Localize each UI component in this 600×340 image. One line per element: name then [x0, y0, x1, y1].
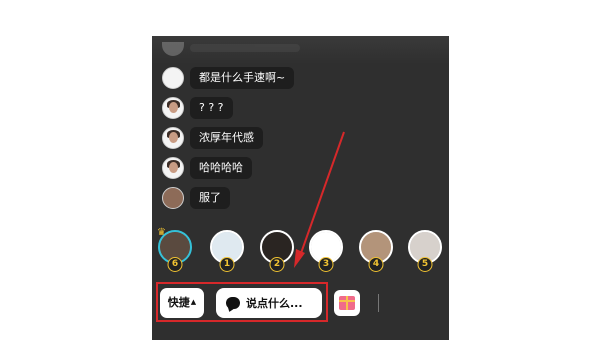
crown-icon: ♛ [157, 227, 166, 238]
avatar[interactable] [162, 67, 184, 89]
comment-text: 服了 [190, 187, 230, 209]
rank-badge: 6 [167, 257, 183, 272]
annotation-box [156, 282, 328, 322]
comment-text: 哈哈哈哈 [190, 157, 252, 179]
rank-avatar[interactable]: ♛ 6 [157, 227, 192, 272]
rank-badge: 5 [417, 257, 433, 272]
comment-text: ? ? ? [190, 97, 233, 119]
faded-comment [162, 42, 300, 56]
comment-item: 哈哈哈哈 [162, 156, 252, 180]
rank-badge: 4 [368, 257, 384, 272]
rank-avatar[interactable]: 1 [210, 230, 244, 272]
gift-button[interactable] [334, 290, 360, 316]
avatar[interactable] [162, 97, 184, 119]
avatar[interactable] [162, 157, 184, 179]
comment-text: 浓厚年代感 [190, 127, 263, 149]
avatar[interactable] [162, 127, 184, 149]
rank-avatar[interactable]: 4 [359, 230, 393, 272]
rank-badge: 3 [318, 257, 334, 272]
rank-badge: 1 [219, 257, 235, 272]
divider [378, 294, 379, 312]
gift-icon [339, 296, 355, 310]
rank-avatar[interactable]: 5 [408, 230, 442, 272]
comment-item: 浓厚年代感 [162, 126, 263, 150]
rank-avatar[interactable]: 2 [260, 230, 294, 272]
comment-item: ? ? ? [162, 96, 233, 120]
avatar[interactable] [162, 187, 184, 209]
comment-text: 都是什么手速啊~ [190, 67, 295, 89]
audience-ranking: ♛ 6 1 2 3 4 5 [152, 227, 449, 274]
rank-avatar[interactable]: 3 [309, 230, 343, 272]
rank-badge: 2 [269, 257, 285, 272]
comment-item: 都是什么手速啊~ [162, 66, 295, 90]
comment-item: 服了 [162, 186, 230, 210]
